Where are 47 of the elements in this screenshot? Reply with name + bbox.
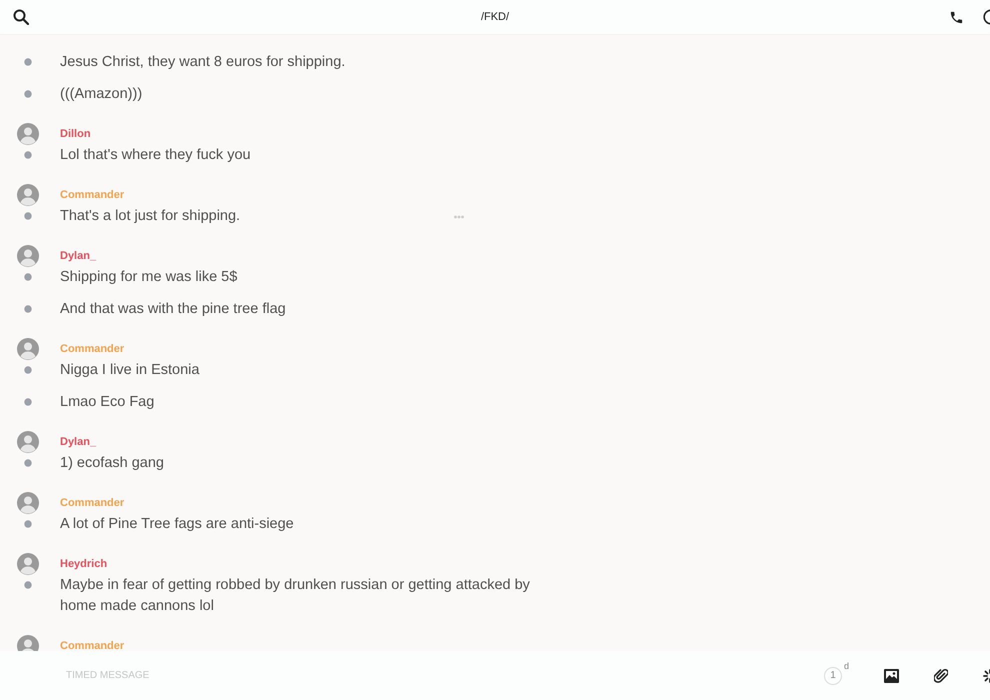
bullet-icon xyxy=(24,398,32,406)
avatar-icon[interactable] xyxy=(17,553,39,575)
message-text: And that was with the pine tree flag xyxy=(60,300,286,319)
bullet-icon xyxy=(24,520,32,528)
author-name[interactable]: Commander xyxy=(60,640,124,651)
avatar-icon[interactable] xyxy=(17,245,39,267)
search-icon[interactable] xyxy=(13,9,29,25)
author-name[interactable]: Dylan_ xyxy=(60,436,96,448)
message-text: A lot of Pine Tree fags are anti-siege xyxy=(60,515,294,534)
message-text: Lmao Eco Fag xyxy=(60,393,154,412)
message-text: Jesus Christ, they want 8 euros for shipping. xyxy=(60,53,346,72)
message-text: Shipping for me was like 5$ xyxy=(60,268,238,287)
message-text: Maybe in fear of getting robbed by drunken russian or getting attacked by home made cannons lol xyxy=(60,576,531,616)
timer-unit: d xyxy=(844,660,849,670)
bullet-icon xyxy=(24,305,32,313)
author-name[interactable]: Heydrich xyxy=(60,558,108,570)
bullet-icon xyxy=(24,459,32,467)
bullet-icon xyxy=(24,58,32,66)
bullet-icon xyxy=(24,90,32,98)
avatar-icon[interactable] xyxy=(17,431,39,453)
message-input[interactable]: TIMED MESSAGE xyxy=(66,670,366,681)
author-name[interactable]: Commander xyxy=(60,343,124,355)
message-text: 1) ecofash gang xyxy=(60,454,164,473)
message-text: Lol that's where they fuck you xyxy=(60,146,251,165)
more-icon[interactable] xyxy=(454,215,464,219)
bullet-icon xyxy=(24,366,32,374)
author-name[interactable]: Dylan_ xyxy=(60,250,96,262)
chat-title: /FKD/ xyxy=(480,11,510,23)
paperclip-icon[interactable] xyxy=(934,668,948,684)
message-text: That's a lot just for shipping. xyxy=(60,207,240,226)
bullet-icon xyxy=(24,273,32,281)
avatar-icon[interactable] xyxy=(17,492,39,514)
avatar-icon[interactable] xyxy=(17,123,39,145)
avatar-icon[interactable] xyxy=(17,338,39,360)
avatar-icon[interactable] xyxy=(17,184,39,206)
author-name[interactable]: Dillon xyxy=(60,128,91,140)
image-icon[interactable] xyxy=(884,668,899,682)
bullet-icon xyxy=(24,212,32,220)
message-text: (((Amazon))) xyxy=(60,85,142,104)
message-text: Nigga I live in Estonia xyxy=(60,361,200,380)
author-name[interactable]: Commander xyxy=(60,189,124,201)
bullet-icon xyxy=(24,151,32,159)
bullet-icon xyxy=(24,581,32,589)
phone-icon[interactable] xyxy=(949,10,964,24)
author-name[interactable]: Commander xyxy=(60,497,124,509)
timer-button[interactable]: 1 xyxy=(824,666,842,684)
sparkle-icon[interactable] xyxy=(983,668,990,682)
